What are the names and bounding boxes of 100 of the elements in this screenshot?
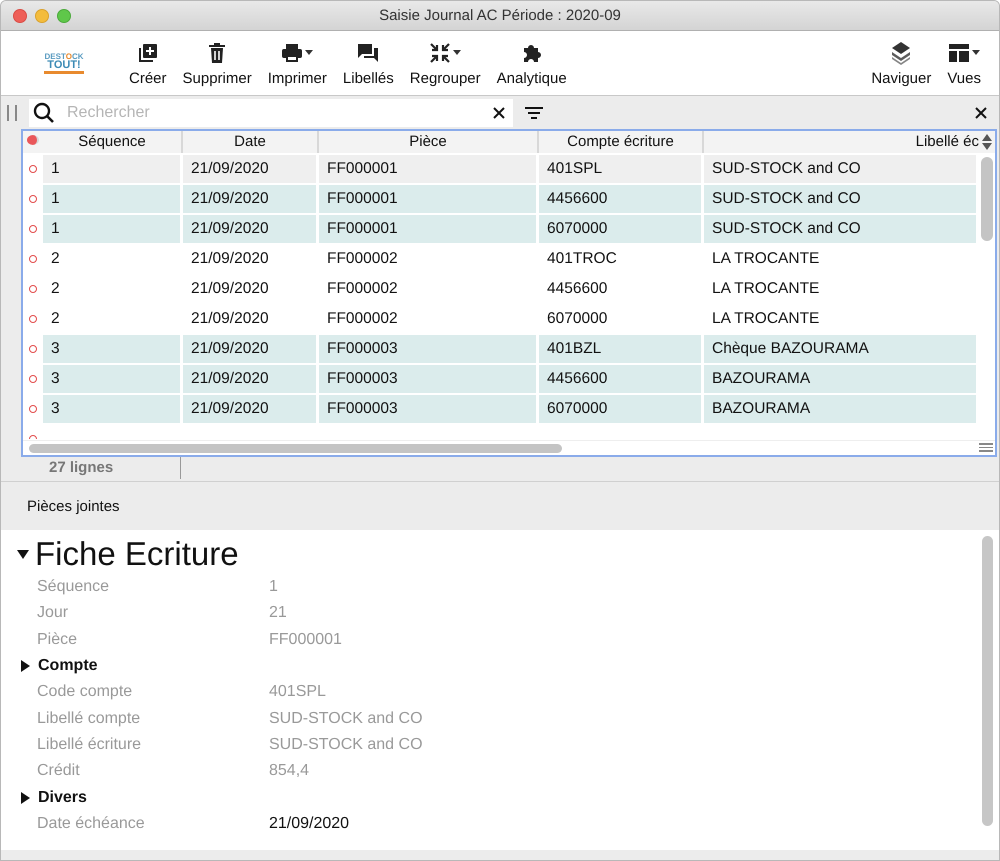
field-label: Séquence xyxy=(37,578,110,596)
field-value[interactable]: 21/09/2020 xyxy=(269,814,999,833)
status-ring-icon xyxy=(29,195,37,203)
status-ring-icon xyxy=(29,375,37,383)
field-value: 21 xyxy=(269,604,288,622)
row-count: 27 lignes xyxy=(23,457,181,479)
field-value: FF000001 xyxy=(269,630,343,649)
sort-arrows-icon[interactable] xyxy=(981,133,993,151)
table-cell: SUD-STOCK and CO xyxy=(704,185,979,213)
toolbar-button[interactable]: Libellés xyxy=(334,40,402,86)
status-ring-icon xyxy=(29,405,37,413)
trash-icon xyxy=(207,42,228,64)
table-row[interactable]: 3 21/09/2020 FF000003 401BZL Chèque BAZOURAMA xyxy=(23,333,995,363)
table-cell: 21/09/2020 xyxy=(183,335,319,363)
table-cell: 21/09/2020 xyxy=(183,155,319,183)
table-row[interactable]: 1 21/09/2020 FF000001 401SPL SUD-STOCK and CO xyxy=(23,153,995,183)
table-cell: FF000002 xyxy=(319,245,539,273)
column-header[interactable]: Libellé éc xyxy=(704,131,979,153)
table-row[interactable]: 2 21/09/2020 FF000002 401TROC LA TROCANTE xyxy=(23,243,995,273)
table-cell: BAZOURAMA xyxy=(704,395,979,423)
table-cell: 401BZL xyxy=(539,335,704,363)
table-cell: 21/09/2020 xyxy=(183,245,319,273)
search-input[interactable]: Rechercher xyxy=(65,102,483,122)
table-cell: 21/09/2020 xyxy=(183,185,319,213)
table-cell: 21/09/2020 xyxy=(183,395,319,423)
section-heading[interactable]: Compte xyxy=(38,657,98,676)
vertical-scrollbar[interactable] xyxy=(982,536,993,826)
toolbar-button[interactable]: Regrouper xyxy=(402,40,489,86)
table-cell: SUD-STOCK and CO xyxy=(704,155,979,183)
horizontal-scrollbar[interactable] xyxy=(29,444,562,453)
close-button[interactable] xyxy=(13,8,27,22)
resize-grip[interactable] xyxy=(7,104,17,120)
disclosure-triangle-icon[interactable] xyxy=(17,550,29,558)
table-cell: Chèque BAZOURAMA xyxy=(704,335,979,363)
table-cell: 3 xyxy=(43,335,183,363)
chat-icon xyxy=(357,42,380,64)
close-icon[interactable] xyxy=(975,106,987,118)
status-ring-icon xyxy=(29,345,37,353)
table-cell: BAZOURAMA xyxy=(704,365,979,393)
table-cell: LA TROCANTE xyxy=(704,275,979,303)
field-label: Date échéance xyxy=(37,814,146,833)
field-label: Pièce xyxy=(37,630,78,649)
field-value: SUD-STOCK and CO xyxy=(269,710,424,728)
section-title: Fiche Ecriture xyxy=(35,535,239,573)
layers-icon xyxy=(890,40,912,64)
table-cell: 6070000 xyxy=(539,215,704,243)
section-heading[interactable]: Divers xyxy=(38,788,87,807)
toolbar-button[interactable]: Analytique xyxy=(488,40,575,86)
table-cell: 4456600 xyxy=(539,365,704,393)
toolbar-button[interactable]: Supprimer xyxy=(174,40,260,86)
table-cell: FF000001 xyxy=(319,155,539,183)
table-cell: 2 xyxy=(43,275,183,303)
table-row[interactable]: 2 21/09/2020 FF000002 4456600 LA TROCANTE xyxy=(23,273,995,303)
clear-icon[interactable] xyxy=(493,106,505,118)
menu-icon[interactable] xyxy=(979,443,993,452)
minimize-button[interactable] xyxy=(35,8,49,22)
search-field[interactable]: Rechercher xyxy=(29,98,513,126)
logo: DESTOCK TOUT! xyxy=(37,46,91,80)
table-row[interactable]: 3 21/09/2020 FF000003 6070000 BAZOURAMA xyxy=(23,393,995,423)
add-icon xyxy=(136,42,159,64)
disclosure-triangle-icon[interactable] xyxy=(21,792,30,804)
table-cell: SUD-STOCK and CO xyxy=(704,215,979,243)
table-row[interactable]: 1 21/09/2020 FF000001 6070000 SUD-STOCK and CO xyxy=(23,213,995,243)
column-header[interactable]: Compte écriture xyxy=(539,131,704,153)
disclosure-triangle-icon[interactable] xyxy=(21,660,30,672)
toolbar-button[interactable]: Vues xyxy=(939,40,989,86)
table-cell: 6070000 xyxy=(539,395,704,423)
filter-icon[interactable] xyxy=(525,106,543,118)
table-cell: 3 xyxy=(43,395,183,423)
table-cell: FF000002 xyxy=(319,275,539,303)
vertical-scrollbar[interactable] xyxy=(981,157,993,241)
field-value: 854,4 xyxy=(269,762,310,780)
zoom-button[interactable] xyxy=(57,8,71,22)
table-cell: 401SPL xyxy=(539,155,704,183)
attachments-label[interactable]: Pièces jointes xyxy=(27,498,120,514)
field-value: 1 xyxy=(269,578,279,596)
table-row[interactable]: 1 21/09/2020 FF000001 4456600 SUD-STOCK and CO xyxy=(23,183,995,213)
table-cell: FF000001 xyxy=(319,215,539,243)
table-cell: 1 xyxy=(43,215,183,243)
table-cell: 2 xyxy=(43,245,183,273)
table-cell: 21/09/2020 xyxy=(183,275,319,303)
status-ring-icon xyxy=(29,255,37,263)
field-value: 401SPL xyxy=(269,683,327,702)
table-cell: 21/09/2020 xyxy=(183,215,319,243)
table-cell: FF000003 xyxy=(319,335,539,363)
table-row[interactable]: 3 21/09/2020 FF000003 4456600 BAZOURAMA xyxy=(23,363,995,393)
table-cell: 1 xyxy=(43,185,183,213)
toolbar-button[interactable]: Créer xyxy=(121,40,175,86)
table-cell: FF000003 xyxy=(319,365,539,393)
status-ring-icon xyxy=(29,285,37,293)
table-cell: LA TROCANTE xyxy=(704,245,979,273)
toolbar-button[interactable]: Naviguer xyxy=(863,40,940,86)
field-label: Libellé écriture xyxy=(37,736,142,754)
printer-icon xyxy=(281,42,304,64)
field-label: Crédit xyxy=(37,762,81,780)
column-header[interactable]: Séquence xyxy=(43,131,183,153)
field-label: Libellé compte xyxy=(37,710,142,728)
column-header[interactable]: Date xyxy=(183,131,319,153)
column-header[interactable]: Pièce xyxy=(319,131,539,153)
toolbar-button[interactable]: Imprimer xyxy=(260,40,335,86)
